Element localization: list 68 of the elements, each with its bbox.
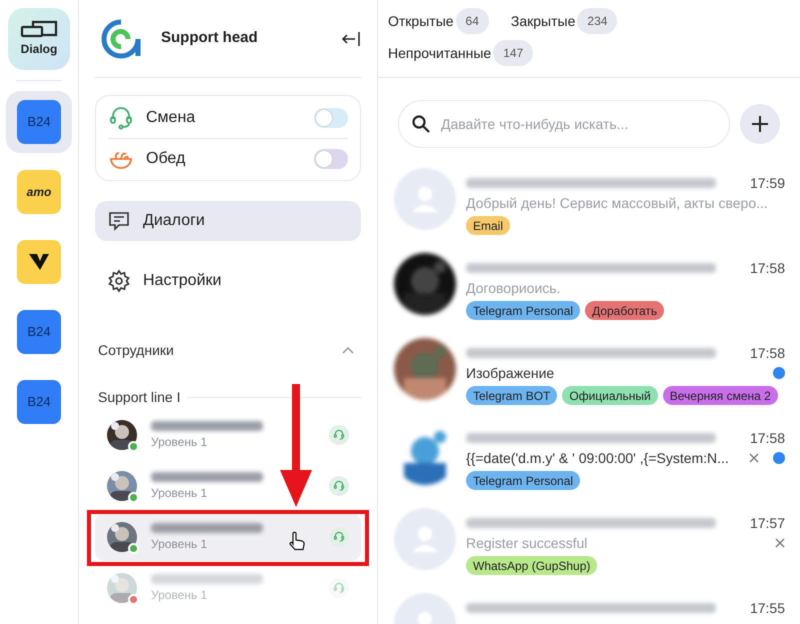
filter-tab[interactable]: Непрочитанные (388, 42, 492, 64)
count-badge: 234 (577, 8, 618, 34)
b24-app-icon[interactable]: B24 (17, 380, 61, 424)
headset-icon (333, 480, 345, 492)
chat-time: 17:57 (750, 514, 785, 532)
chat-time: 17:55 (750, 598, 785, 618)
chat-item[interactable]: 17:58 Договориоись. Telegram Personal Доработать (378, 253, 800, 338)
chat-tag: Доработать (585, 301, 664, 320)
company-logo (101, 18, 141, 58)
headset-icon (333, 531, 345, 543)
headset-icon (333, 429, 345, 441)
chat-time: 17:58 (750, 428, 785, 448)
chat-icon (107, 209, 131, 233)
chat-time: 17:58 (750, 344, 785, 362)
b24-app-icon[interactable]: B24 (17, 310, 61, 354)
chat-item[interactable]: 17:58 Изображение Telegram BOT Официальный Вечерняя смена 2 (378, 338, 800, 423)
message-preview: Договориоись. (466, 278, 562, 298)
filter-tab[interactable]: Закрытые (510, 10, 576, 32)
add-button[interactable] (740, 104, 780, 144)
chat-item[interactable]: 17:57 Register successful WhatsApp (GupShup) (378, 508, 800, 593)
chat-item[interactable]: 17:59 Добрый день! Сервис массовый, акты сверо... Email (378, 168, 800, 253)
hand-cursor-icon (288, 531, 306, 551)
count-badge: 147 (493, 40, 534, 66)
headset-icon (333, 582, 345, 594)
nav-item[interactable]: Настройки (95, 261, 361, 301)
amo-app-icon[interactable]: amo (17, 170, 61, 214)
employee-level: Уровень 1 (151, 435, 208, 449)
search-field[interactable]: Давайте что-нибудь искать... (398, 100, 730, 148)
nav-item[interactable]: Диалоги (95, 201, 361, 241)
message-preview: {{=date('d.m.y' & ' 09:00:00' ,{=System:N... (466, 448, 730, 468)
group-title: Support line I (98, 388, 180, 407)
message-preview: Register successful (466, 534, 588, 553)
plus-icon (751, 115, 769, 133)
chat-tag: Telegram Personal (466, 301, 580, 320)
chat-tag: WhatsApp (GupShup) (466, 556, 598, 575)
chat-tag: Вечерняя смена 2 (662, 386, 778, 405)
chat-item[interactable]: 17:55 (378, 593, 800, 624)
chat-item[interactable]: 17:58 {{=date('d.m.y' & ' 09:00:00' ,{=System:N... Telegram Personal (378, 423, 800, 508)
search-icon (411, 114, 431, 134)
message-preview: Добрый день! Сервис массовый, акты сверо... (466, 194, 769, 213)
section-title: Сотрудники (98, 340, 175, 360)
message-preview: Изображение (466, 364, 556, 383)
settings-icon (107, 269, 131, 293)
chat-tag: Официальный (562, 386, 658, 405)
chat-tag: Telegram Personal (466, 471, 580, 490)
toggle-switch[interactable] (314, 148, 348, 168)
chevron-icon[interactable] (341, 345, 355, 355)
chat-tag: Telegram BOT (466, 386, 558, 405)
b24-app-icon[interactable]: B24 (17, 100, 61, 144)
status-label: Обед (146, 148, 186, 168)
chat-time: 17:59 (750, 174, 785, 192)
status-label: Смена (146, 108, 196, 128)
toggle-switch[interactable] (314, 108, 348, 128)
account-name: Support head (161, 28, 259, 48)
count-badge: 64 (456, 8, 489, 34)
chat-windows-icon (20, 20, 58, 40)
close-icon[interactable] (775, 538, 785, 548)
close-icon[interactable] (749, 453, 759, 463)
employee-level: Уровень 1 (151, 537, 208, 551)
v-mark-icon (28, 253, 50, 271)
employee-level: Уровень 1 (151, 588, 208, 602)
filter-tab[interactable]: Открытые (388, 10, 454, 32)
app-logo[interactable]: Dialog (8, 8, 70, 70)
collapse-icon[interactable] (341, 30, 361, 46)
chat-time: 17:58 (750, 258, 785, 278)
employee-level: Уровень 1 (151, 486, 208, 500)
chat-tag: Email (466, 216, 510, 235)
headset-icon (108, 105, 134, 131)
